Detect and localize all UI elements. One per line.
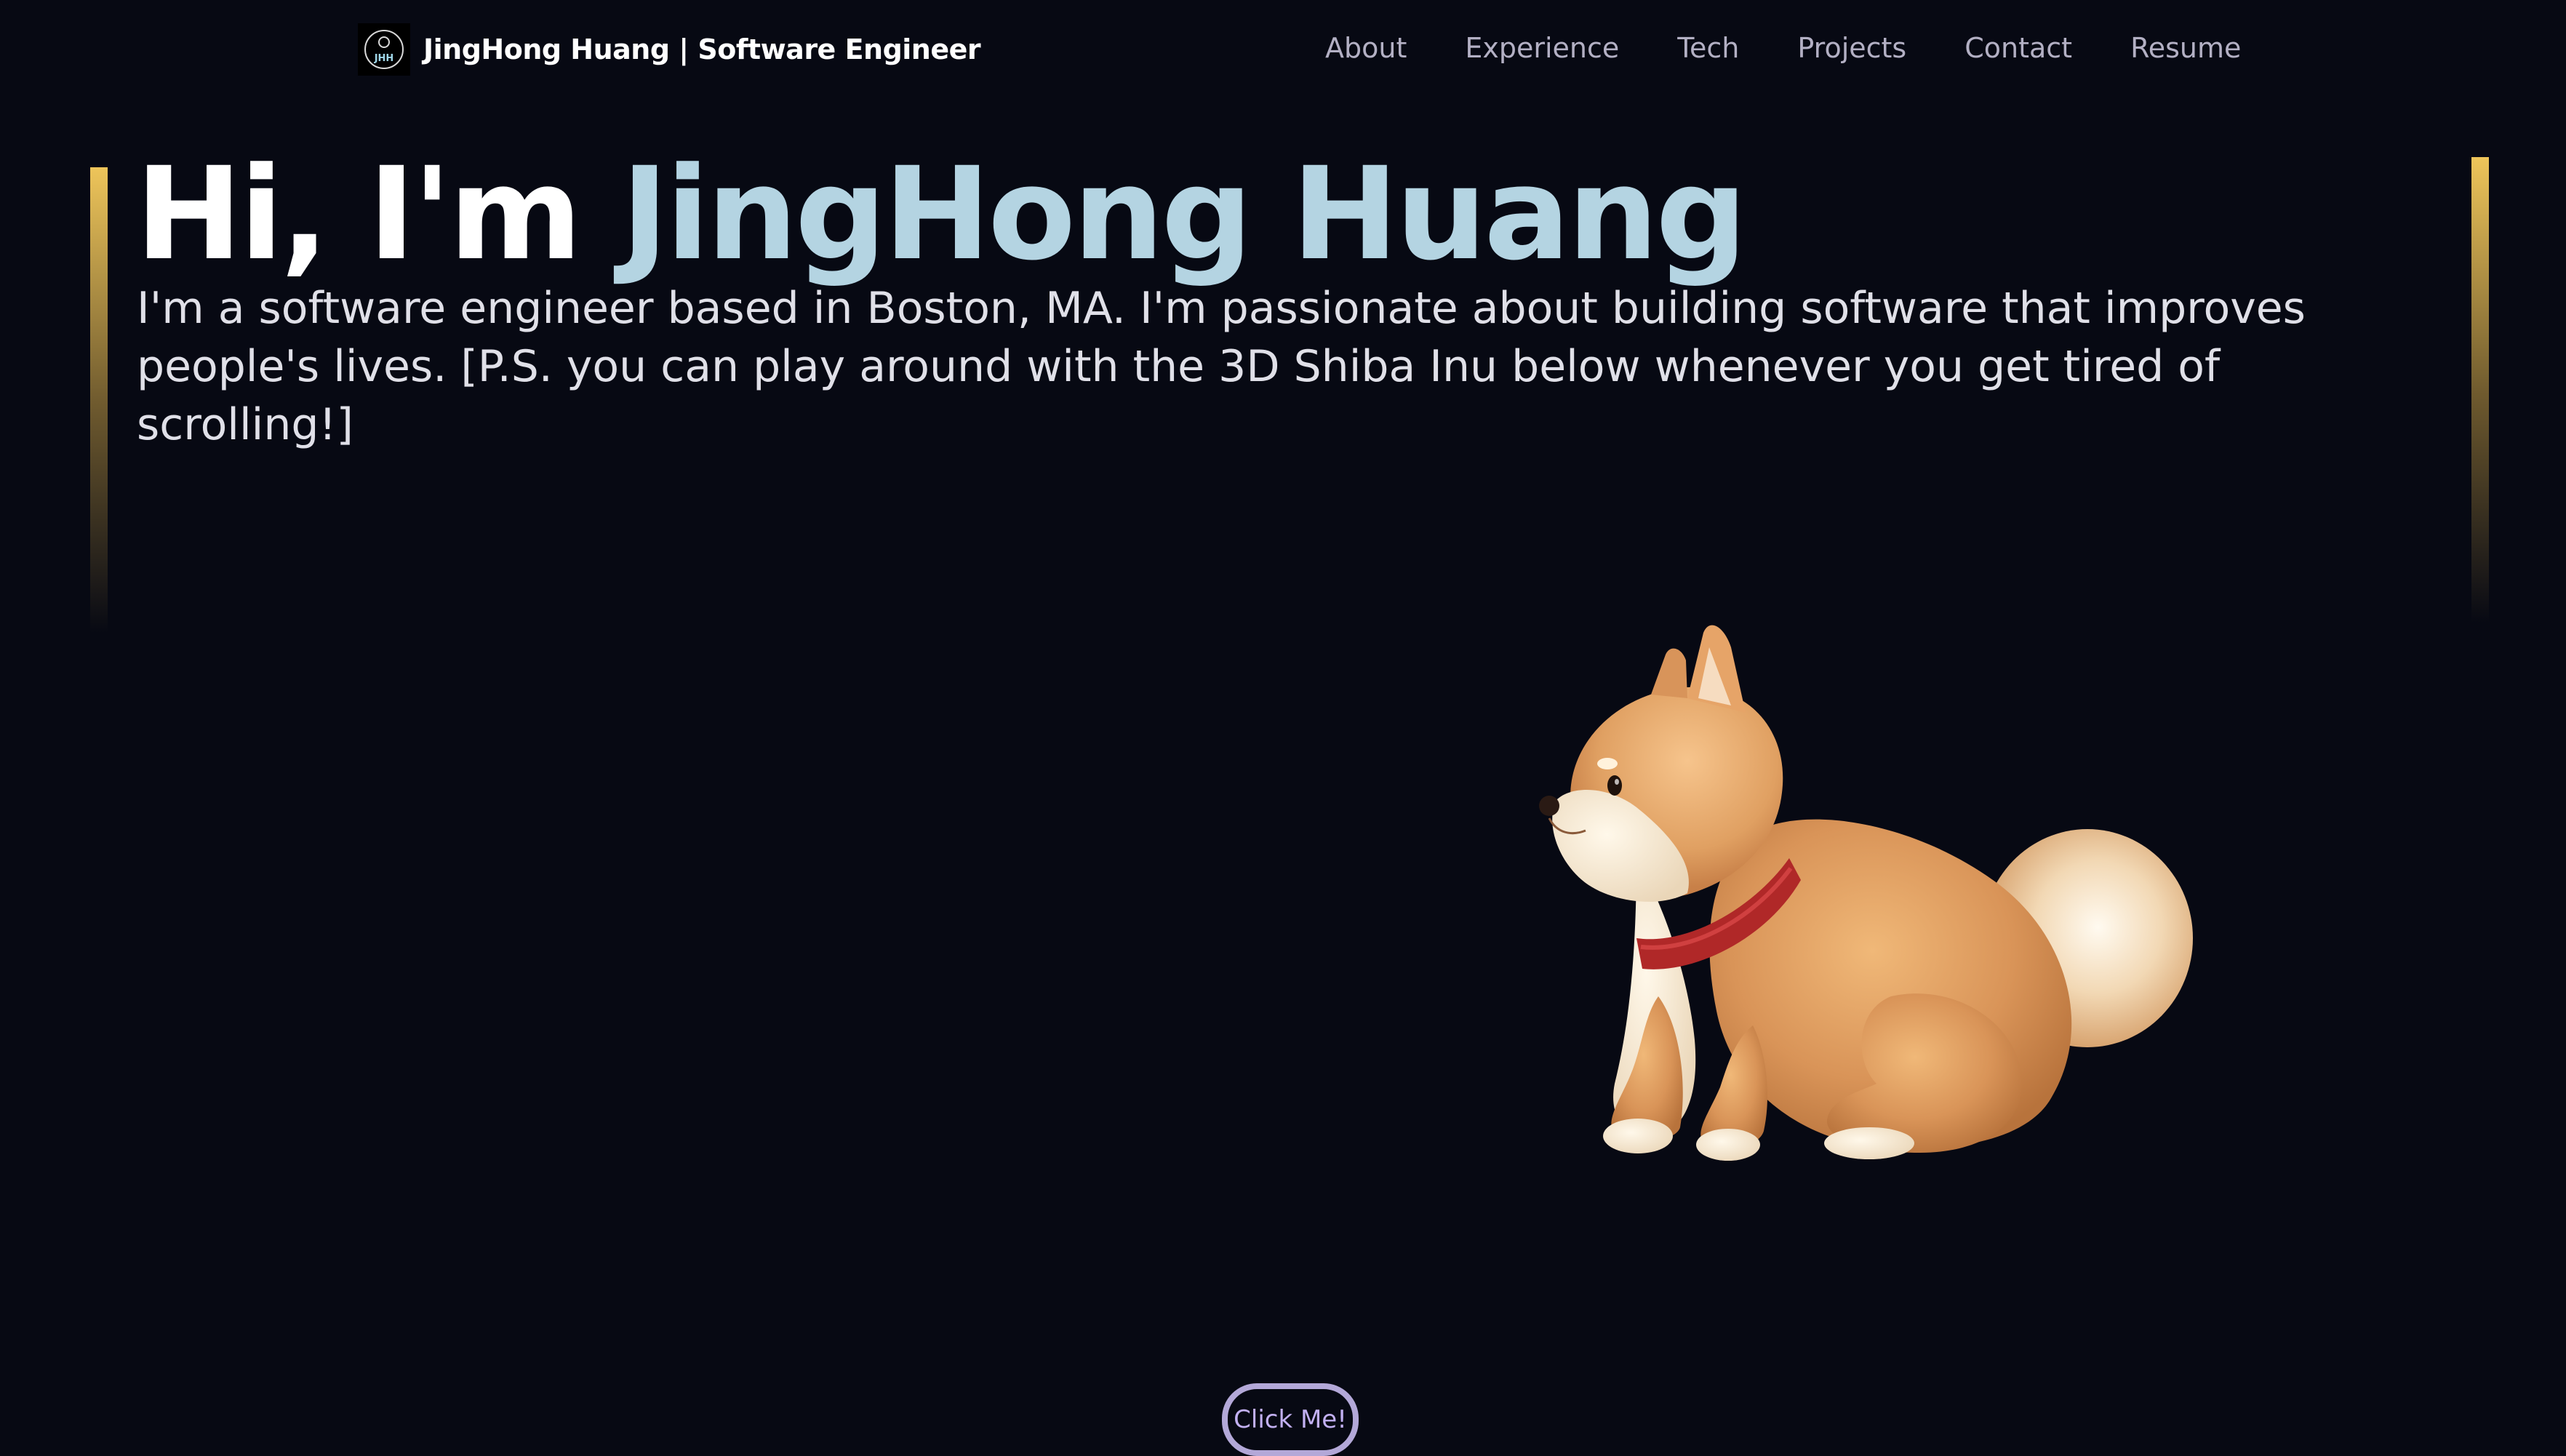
navbar: JHH JingHong Huang | Software Engineer A… — [0, 0, 2566, 97]
hero-greeting: Hi, I'm — [135, 140, 621, 289]
shiba-inu-3d-icon[interactable] — [1513, 618, 2211, 1185]
click-me-button[interactable]: Click Me! — [1222, 1383, 1359, 1456]
hero-heading: Hi, I'm JingHong Huang — [135, 131, 1747, 298]
logo-icon[interactable]: JHH — [358, 23, 410, 76]
nav-link-tech[interactable]: Tech — [1677, 32, 1739, 64]
nav-link-projects[interactable]: Projects — [1797, 32, 1906, 64]
nav-link-experience[interactable]: Experience — [1465, 32, 1619, 64]
nav-link-resume[interactable]: Resume — [2130, 32, 2241, 64]
nav-links: About Experience Tech Projects Contact R… — [1325, 28, 2241, 68]
hero-name: JingHong Huang — [620, 140, 1747, 289]
brand-link[interactable]: JHH JingHong Huang | Software Engineer — [358, 23, 981, 76]
hero-subtitle: I'm a software engineer based in Boston,… — [137, 283, 2306, 450]
logo-monogram: JHH — [374, 53, 394, 64]
accent-bar-right — [2471, 157, 2489, 623]
accent-bar-left — [90, 167, 108, 633]
brand-name[interactable]: JingHong Huang | Software Engineer — [423, 33, 981, 65]
nav-link-about[interactable]: About — [1325, 32, 1407, 64]
nav-link-contact[interactable]: Contact — [1965, 32, 2072, 64]
